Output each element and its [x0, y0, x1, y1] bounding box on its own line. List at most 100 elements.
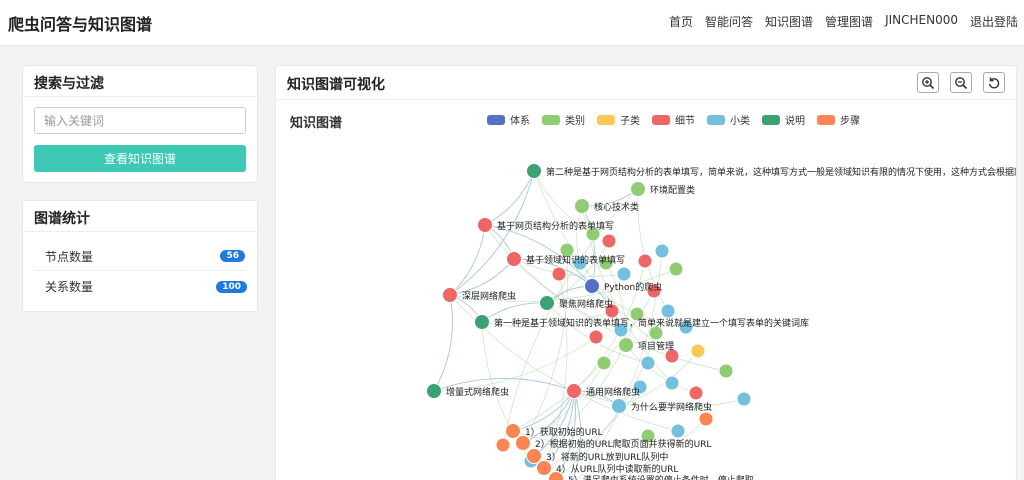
- graph-node[interactable]: [670, 423, 686, 439]
- graph-node[interactable]: [526, 448, 542, 464]
- graph-node[interactable]: [630, 181, 646, 197]
- graph-node[interactable]: [688, 385, 704, 401]
- zoom-out-button[interactable]: [950, 72, 972, 93]
- relation-count-badge: 100: [216, 280, 247, 293]
- graph-node[interactable]: [474, 314, 490, 330]
- graph-edge: [449, 224, 486, 296]
- nav-username[interactable]: JINCHEN000: [885, 13, 958, 30]
- graph-node[interactable]: [664, 375, 680, 391]
- graph-node-label: 2）根据初始的URL爬取页面并获得新的URL: [535, 438, 711, 450]
- nav-knowledge-graph[interactable]: 知识图谱: [765, 13, 813, 30]
- graph-node[interactable]: [736, 391, 752, 407]
- graph-node[interactable]: [551, 266, 567, 282]
- graph-stats-panel: 图谱统计 节点数量 56 关系数量 100: [22, 200, 258, 312]
- graph-node[interactable]: [616, 266, 632, 282]
- graph-node-label: 深层网络爬虫: [462, 290, 516, 302]
- graph-node[interactable]: [698, 411, 714, 427]
- graph-node[interactable]: [566, 383, 582, 399]
- nav-logout[interactable]: 退出登陆: [970, 13, 1018, 30]
- legend-label[interactable]: 类别: [565, 114, 585, 127]
- reset-view-button[interactable]: [983, 72, 1005, 93]
- search-filter-panel: 搜索与过滤 查看知识图谱: [22, 65, 258, 183]
- graph-node[interactable]: [442, 287, 458, 303]
- graph-node[interactable]: [536, 460, 552, 476]
- graph-node[interactable]: [559, 242, 575, 258]
- legend-swatch[interactable]: [487, 115, 505, 125]
- legend-label[interactable]: 细节: [675, 114, 695, 127]
- graph-node-label: Python的爬虫: [604, 281, 662, 293]
- graph-node[interactable]: [477, 217, 493, 233]
- graph-node[interactable]: [637, 253, 653, 269]
- graph-node[interactable]: [426, 383, 442, 399]
- graph-node-label: 项目管理: [638, 340, 674, 352]
- legend-swatch[interactable]: [817, 115, 835, 125]
- graph-edge: [576, 205, 583, 264]
- graph-node[interactable]: [654, 243, 670, 259]
- graph-node[interactable]: [640, 355, 656, 371]
- legend-label[interactable]: 说明: [785, 114, 805, 127]
- graph-edge: [484, 170, 535, 226]
- legend-swatch[interactable]: [542, 115, 560, 125]
- legend-swatch[interactable]: [652, 115, 670, 125]
- stat-label: 关系数量: [45, 280, 94, 294]
- graph-node[interactable]: [668, 261, 684, 277]
- graph-panel-header: 知识图谱可视化: [276, 66, 1016, 100]
- graph-node[interactable]: [526, 163, 542, 179]
- legend-swatch[interactable]: [762, 115, 780, 125]
- graph-node[interactable]: [660, 303, 676, 319]
- graph-node-label: 增量式网络爬虫: [446, 386, 509, 398]
- graph-node[interactable]: [584, 278, 600, 294]
- divider: [23, 231, 257, 232]
- graph-node[interactable]: [618, 337, 634, 353]
- legend-label[interactable]: 小类: [730, 114, 750, 127]
- graph-node[interactable]: [588, 329, 604, 345]
- graph-node-label: 通用网络爬虫: [586, 386, 640, 398]
- search-panel-title: 搜索与过滤: [34, 76, 104, 92]
- graph-node[interactable]: [515, 435, 531, 451]
- graph-edge: [581, 205, 596, 287]
- graph-node-label: 1）获取初始的URL: [525, 426, 603, 438]
- graph-node[interactable]: [506, 251, 522, 267]
- graph-node-label: 3）将新的URL放到URL队列中: [546, 451, 668, 463]
- graph-node-label: 第一种是基于领域知识的表单填写，简单来说就是建立一个填写表单的关键词库: [494, 317, 809, 329]
- graph-node[interactable]: [574, 198, 590, 214]
- stat-row-relations: 关系数量 100: [34, 272, 247, 301]
- graph-node-label: 4）从URL队列中读取新的URL: [556, 463, 678, 475]
- graph-node-label: 聚焦网络爬虫: [559, 298, 613, 310]
- graph-node-label: 核心技术类: [594, 201, 639, 213]
- legend-label[interactable]: 体系: [510, 115, 530, 127]
- graph-node[interactable]: [690, 343, 706, 359]
- graph-node[interactable]: [539, 295, 555, 311]
- graph-node-label: 基于领域知识的表单填写: [526, 254, 625, 266]
- legend-swatch[interactable]: [707, 115, 725, 125]
- stats-panel-title: 图谱统计: [34, 211, 90, 227]
- top-navbar: 爬虫问答与知识图谱 首页 智能问答 知识图谱 管理图谱 JINCHEN000 退…: [0, 0, 1024, 46]
- graph-node[interactable]: [601, 233, 617, 249]
- graph-visualization-panel: 知识图谱可视化 知识图谱 体系 类别 子类 细节 小类 说明 步骤 第二种是基于…: [275, 65, 1017, 480]
- node-count-badge: 56: [220, 250, 245, 262]
- reset-icon: [988, 77, 1000, 89]
- graph-node-label: 第二种是基于网页结构分析的表单填写，简单来说，这种填写方式一般是领域知识有限的情…: [546, 166, 1017, 178]
- graph-node-label: 环境配置类: [650, 184, 695, 196]
- graph-node[interactable]: [611, 398, 627, 414]
- graph-edge: [433, 336, 597, 392]
- zoom-in-button[interactable]: [917, 72, 939, 93]
- nav-manage-graph[interactable]: 管理图谱: [825, 13, 873, 30]
- nav-home[interactable]: 首页: [669, 13, 693, 30]
- graph-node[interactable]: [718, 363, 734, 379]
- view-graph-button[interactable]: 查看知识图谱: [34, 145, 246, 172]
- app-brand[interactable]: 爬虫问答与知识图谱: [8, 11, 152, 35]
- graph-node[interactable]: [495, 437, 511, 453]
- stat-row-nodes: 节点数量 56: [34, 242, 246, 271]
- divider: [23, 96, 257, 97]
- graph-chart-title: 知识图谱: [290, 115, 342, 131]
- keyword-search-input[interactable]: [34, 107, 246, 134]
- graph-nodes: 第二种是基于网页结构分析的表单填写，简单来说，这种填写方式一般是领域知识有限的情…: [426, 163, 1017, 480]
- legend-swatch[interactable]: [597, 115, 615, 125]
- nav-qa[interactable]: 智能问答: [705, 13, 753, 30]
- graph-node[interactable]: [596, 355, 612, 371]
- graph-node[interactable]: [505, 423, 521, 439]
- legend-label[interactable]: 子类: [620, 114, 640, 127]
- knowledge-graph-canvas[interactable]: 知识图谱 体系 类别 子类 细节 小类 说明 步骤 第二种是基于网页结构分析的表单填写，简单…: [276, 101, 1017, 480]
- legend-label[interactable]: 步骤: [840, 115, 860, 127]
